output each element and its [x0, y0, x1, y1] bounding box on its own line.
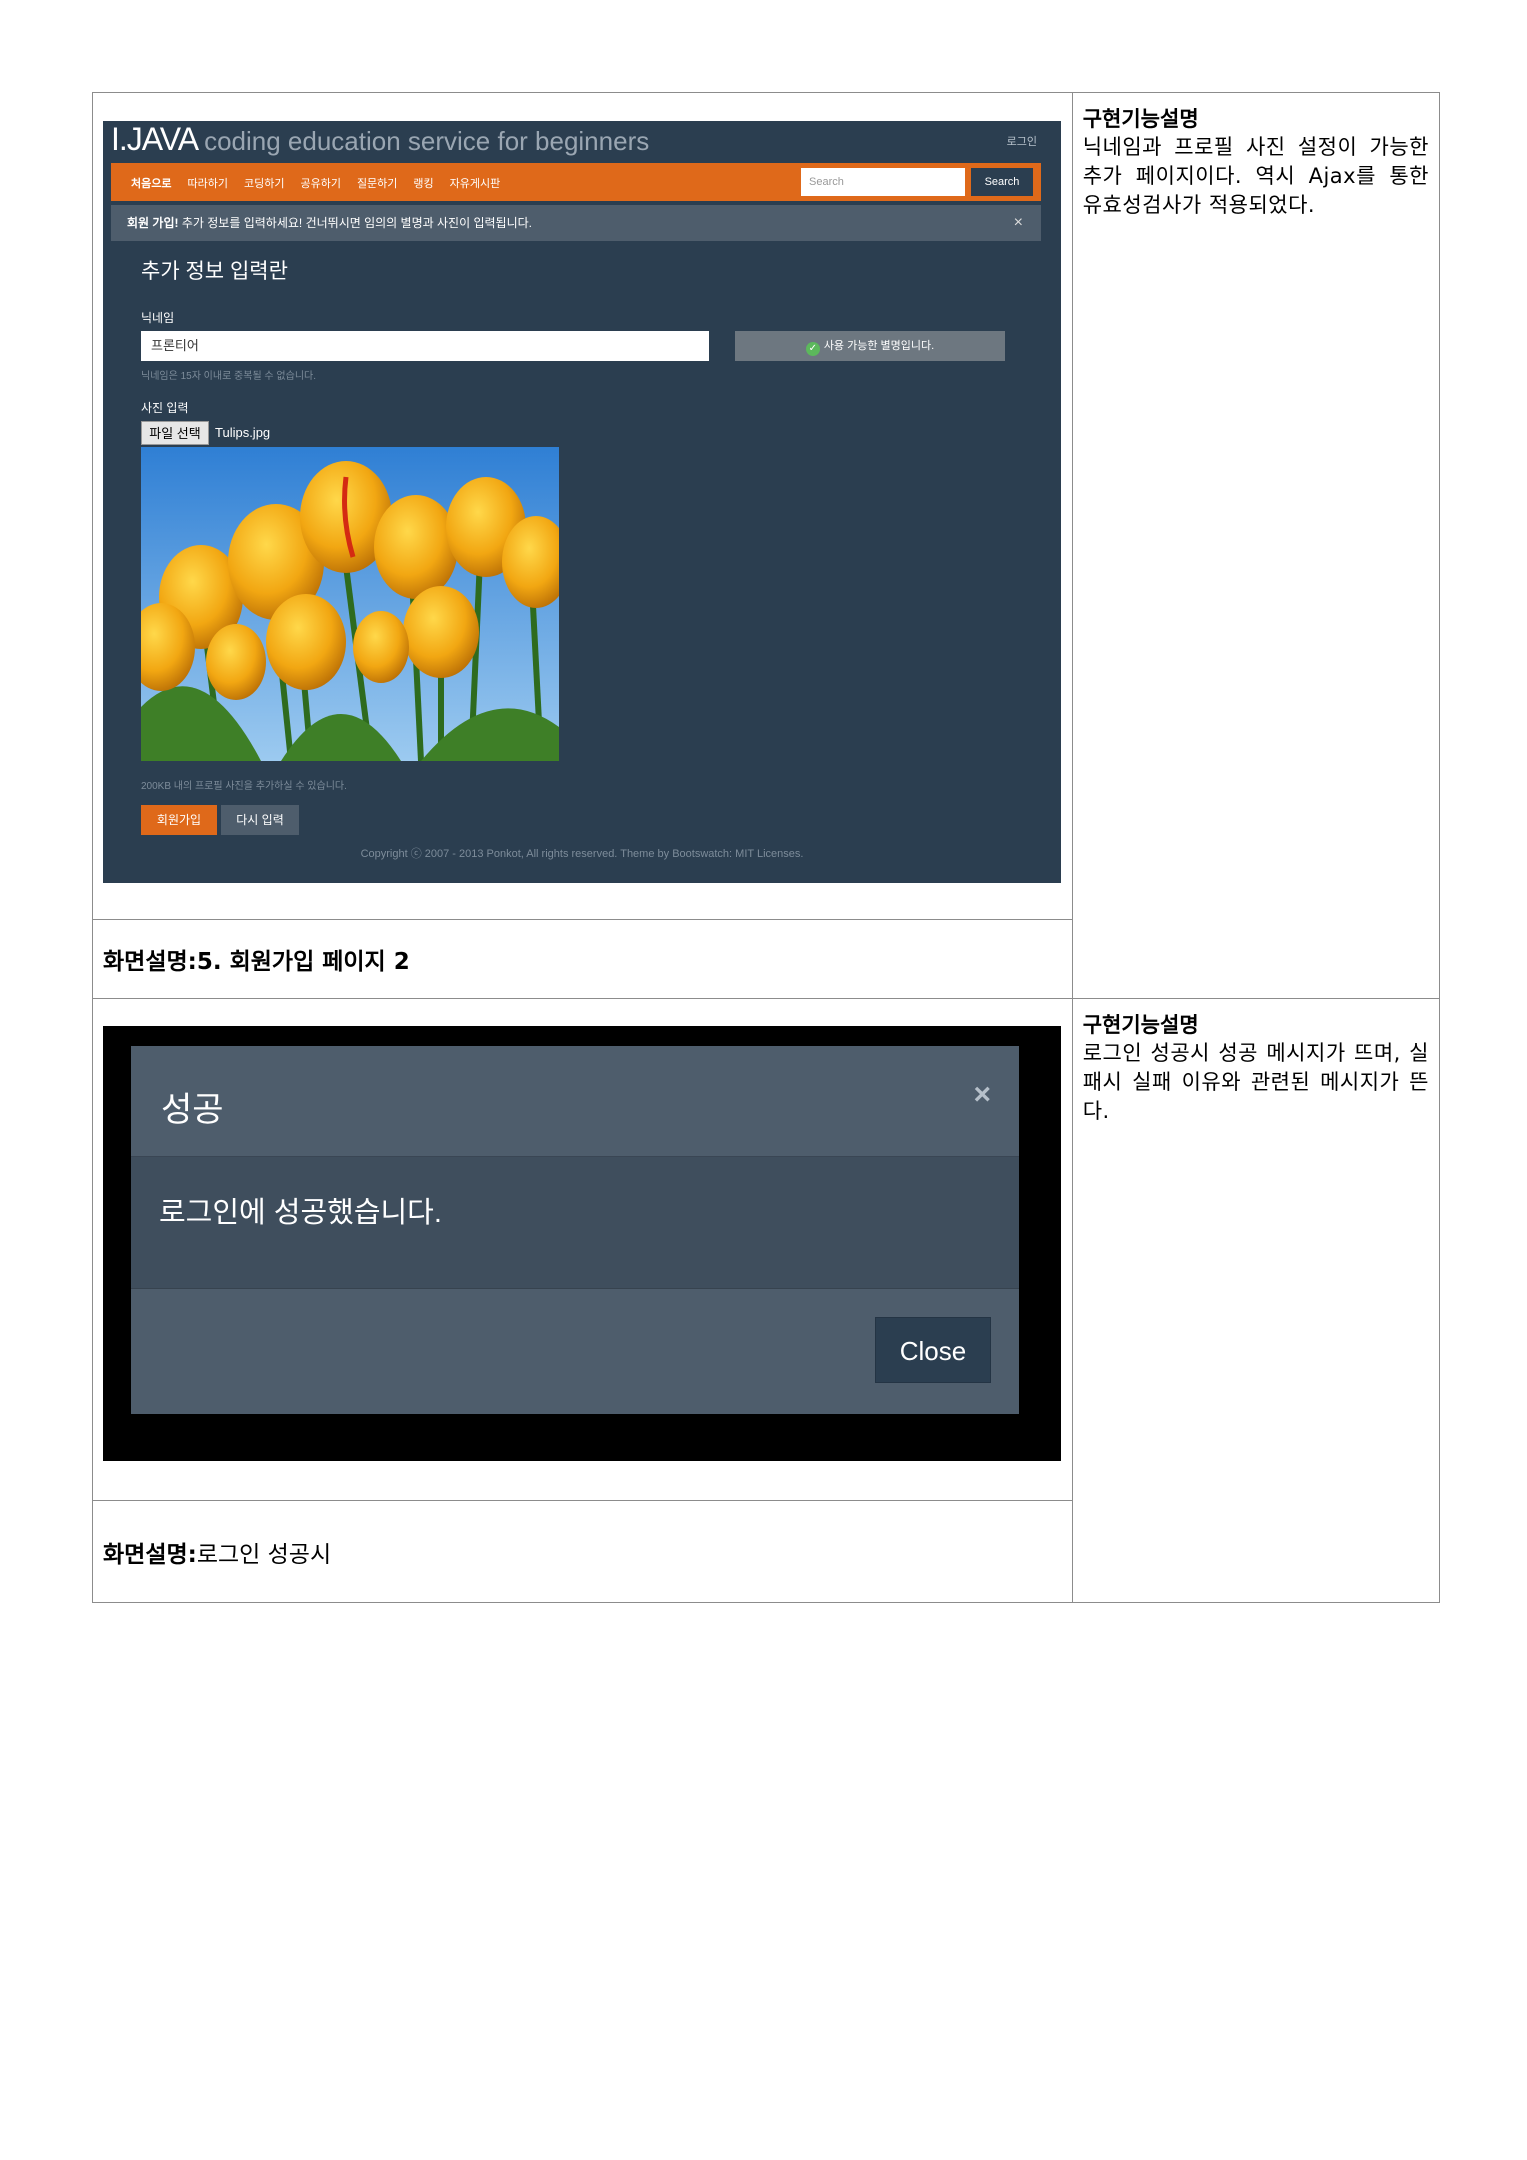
- photo-help: 200KB 내의 프로필 사진을 추가하실 수 있습니다.: [141, 781, 347, 792]
- nav-item-share[interactable]: 공유하기: [300, 175, 340, 191]
- close-button[interactable]: Close: [875, 1317, 991, 1383]
- function-title-1: 구현기능설명: [1082, 107, 1199, 131]
- caption-label-2: 화면설명:: [103, 1541, 197, 1568]
- search-button[interactable]: Search: [971, 168, 1033, 196]
- modal-message: 로그인에 성공했습니다.: [159, 1197, 442, 1229]
- login-link[interactable]: 로그인: [1007, 133, 1037, 149]
- screenshot-cell-2: 성공 × 로그인에 성공했습니다. Close: [92, 998, 1073, 1501]
- signup-button[interactable]: 회원가입: [141, 805, 217, 835]
- caption-cell-2: 화면설명: 로그인 성공시: [92, 1500, 1073, 1603]
- brand-tagline: coding education service for beginners: [204, 126, 650, 156]
- nickname-status: ✓ 사용 가능한 별명입니다.: [735, 331, 1005, 361]
- nickname-help: 닉네임은 15자 이내로 중복될 수 없습니다.: [141, 371, 316, 382]
- file-select-button[interactable]: 파일 선택: [141, 421, 209, 445]
- modal-footer: Close: [131, 1289, 1019, 1414]
- nav-item-question[interactable]: 질문하기: [357, 175, 397, 191]
- caption-1: 화면설명: 5. 회원가입 페이지 2: [93, 920, 1072, 998]
- nav-menu: 처음으로 따라하기 코딩하기 공유하기 질문하기 랭킹 자유게시판: [131, 175, 500, 191]
- alert-close-icon[interactable]: ×: [1014, 205, 1023, 241]
- function-description-2: 로그인 성공시 성공 메시지가 뜨며, 실패시 실패 이유와 관련된 메시지가 …: [1082, 1041, 1429, 1123]
- login-success-screenshot: 성공 × 로그인에 성공했습니다. Close: [103, 1026, 1061, 1461]
- nickname-input[interactable]: 프론티어: [141, 331, 709, 361]
- search-input[interactable]: Search: [801, 168, 965, 196]
- profile-photo: [141, 447, 559, 761]
- screenshot-cell-1: I.JAVA coding education service for begi…: [92, 92, 1073, 920]
- alert-strong: 회원 가입!: [127, 216, 179, 230]
- reset-button[interactable]: 다시 입력: [221, 805, 299, 835]
- form-title: 추가 정보 입력란: [141, 260, 288, 283]
- modal-header: 성공 ×: [131, 1046, 1019, 1157]
- nav-item-board[interactable]: 자유게시판: [450, 175, 501, 191]
- function-cell-1: 구현기능설명 닉네임과 프로필 사진 설정이 가능한 추가 페이지이다. 역시 …: [1071, 92, 1441, 999]
- alert-text: 추가 정보를 입력하세요! 건너뛰시면 임의의 별명과 사진이 입력됩니다.: [178, 216, 533, 230]
- navbar: 처음으로 따라하기 코딩하기 공유하기 질문하기 랭킹 자유게시판 Search…: [111, 163, 1041, 201]
- caption-text-2: 로그인 성공시: [196, 1541, 332, 1568]
- nav-item-coding[interactable]: 코딩하기: [244, 175, 284, 191]
- document-table: I.JAVA coding education service for begi…: [92, 92, 1441, 1603]
- caption-text-1: 5. 회원가입 페이지 2: [196, 949, 410, 975]
- function-cell-2: 구현기능설명 로그인 성공시 성공 메시지가 뜨며, 실패시 실패 이유와 관련…: [1071, 998, 1441, 1603]
- signup-page-screenshot: I.JAVA coding education service for begi…: [103, 121, 1061, 883]
- caption-2: 화면설명: 로그인 성공시: [93, 1501, 1072, 1602]
- function-description-1: 닉네임과 프로필 사진 설정이 가능한 추가 페이지이다. 역시 Ajax를 통…: [1082, 135, 1429, 217]
- photo-label: 사진 입력: [141, 401, 189, 415]
- nav-item-home[interactable]: 처음으로: [131, 175, 171, 191]
- check-icon: ✓: [805, 342, 820, 356]
- nickname-label: 닉네임: [141, 311, 175, 325]
- nickname-status-text: 사용 가능한 별명입니다.: [823, 340, 935, 352]
- brand-name[interactable]: I.JAVA: [111, 121, 199, 158]
- modal-body: 로그인에 성공했습니다.: [131, 1157, 1019, 1289]
- caption-label-1: 화면설명:: [103, 949, 197, 975]
- close-icon[interactable]: ×: [973, 1078, 991, 1112]
- nav-item-ranking[interactable]: 랭킹: [413, 175, 433, 191]
- success-modal: 성공 × 로그인에 성공했습니다. Close: [131, 1046, 1019, 1414]
- modal-title: 성공: [161, 1091, 224, 1129]
- file-name: Tulips.jpg: [215, 425, 271, 440]
- caption-cell-1: 화면설명: 5. 회원가입 페이지 2: [92, 919, 1073, 999]
- brand: I.JAVA coding education service for begi…: [111, 121, 649, 163]
- function-title-2: 구현기능설명: [1082, 1013, 1199, 1037]
- signup-alert: 회원 가입! 추가 정보를 입력하세요! 건너뛰시면 임의의 별명과 사진이 입…: [111, 205, 1041, 241]
- nav-item-follow[interactable]: 따라하기: [187, 175, 227, 191]
- footer: Copyright ⓒ 2007 - 2013 Ponkot, All righ…: [360, 848, 804, 860]
